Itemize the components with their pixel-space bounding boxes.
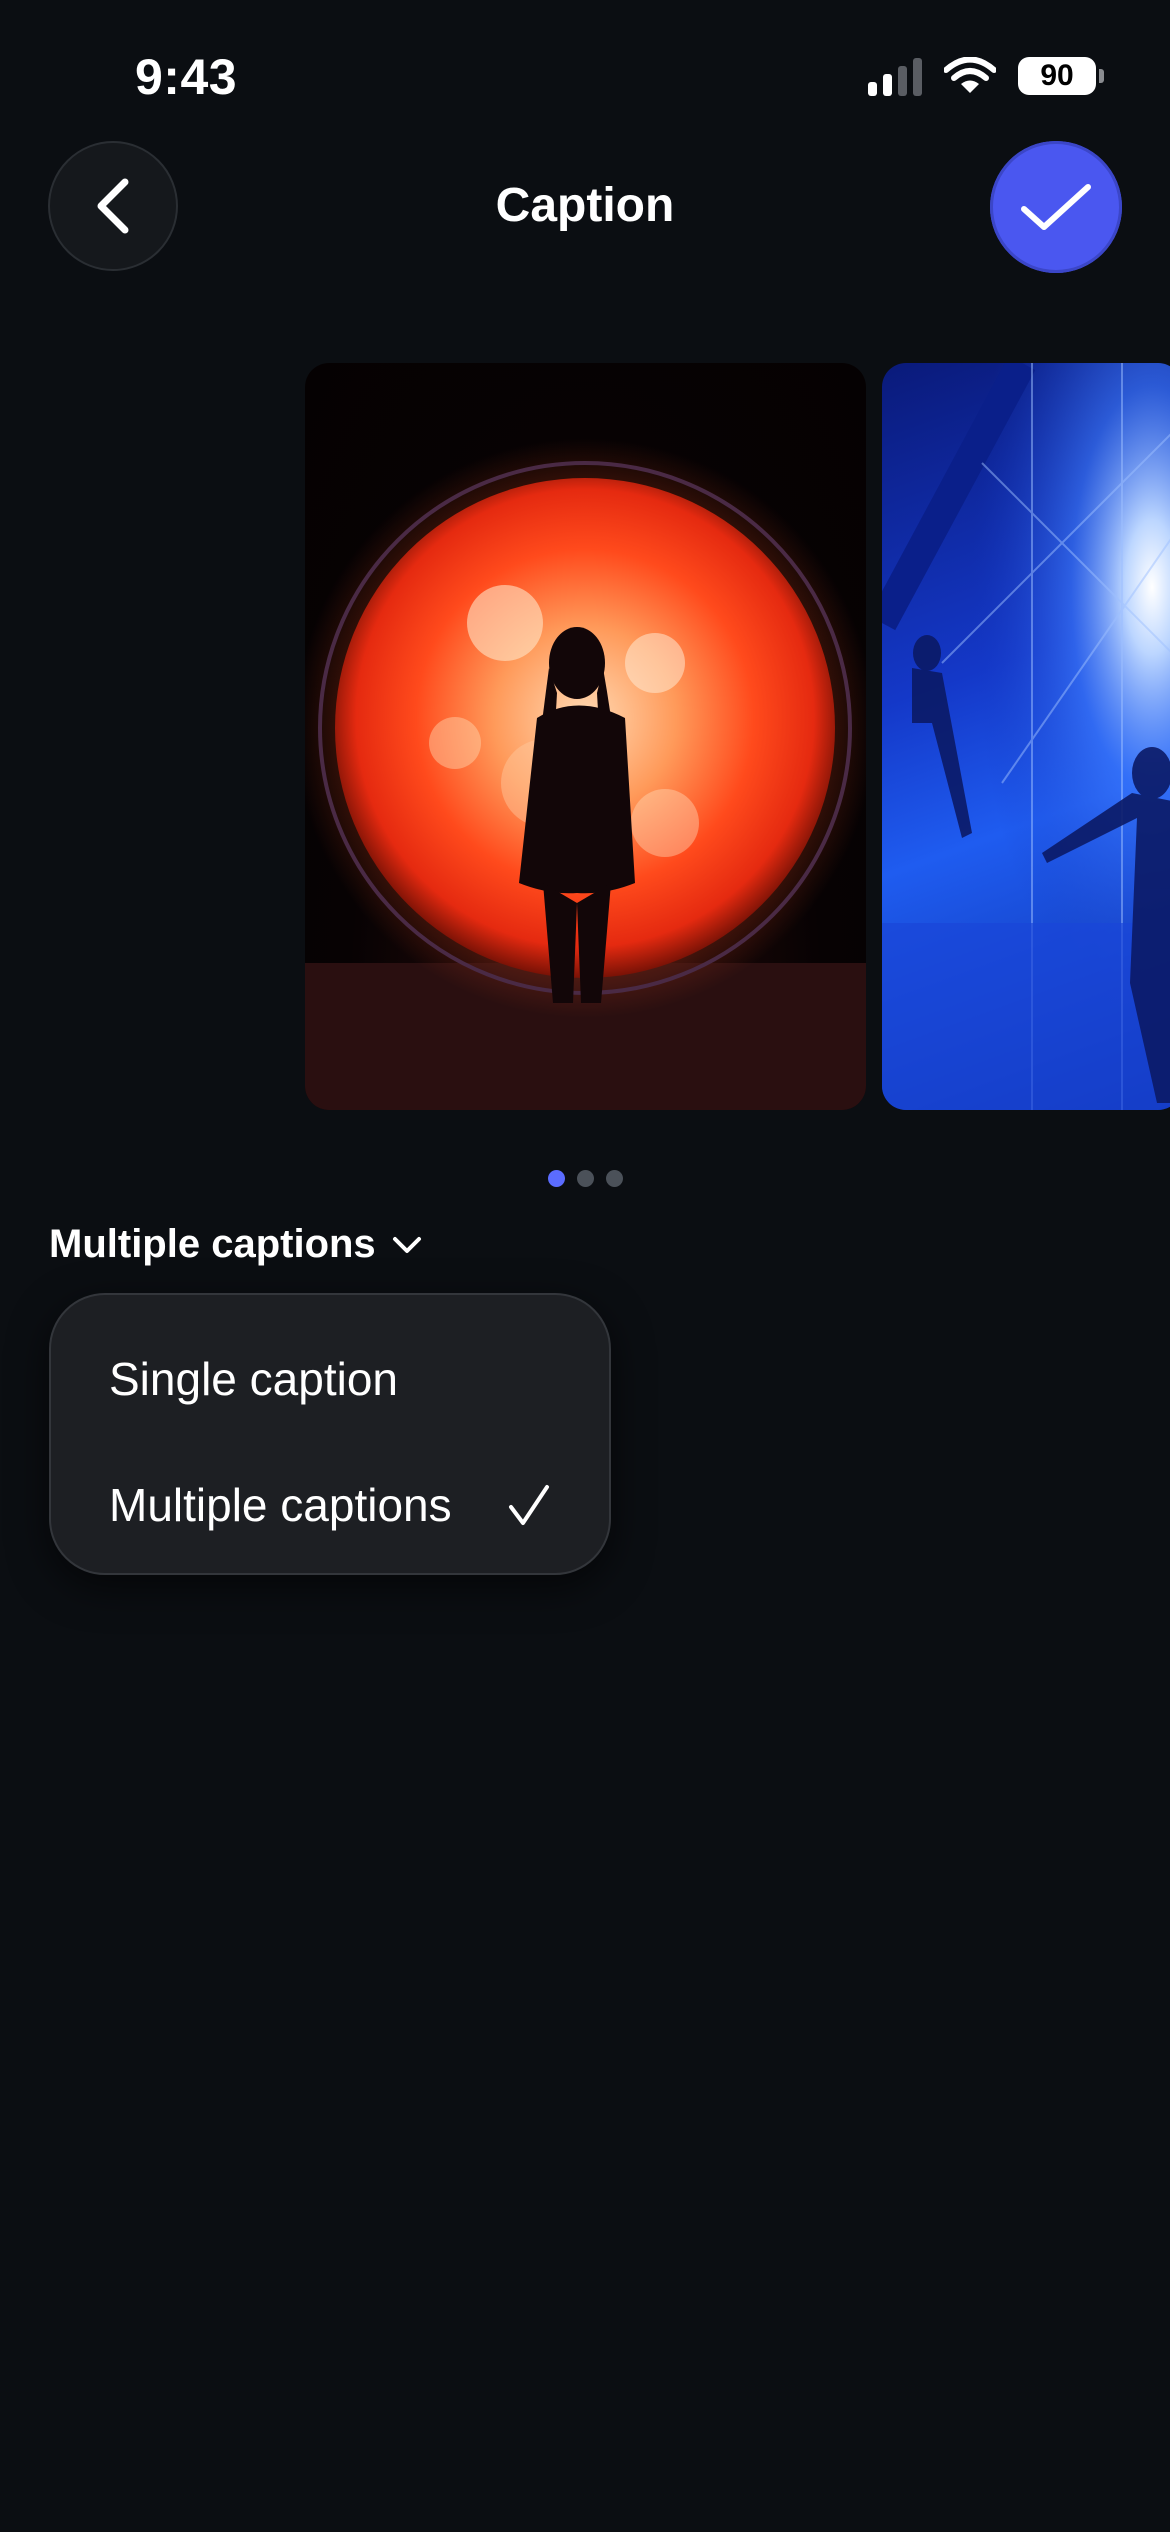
caption-mode-dropdown[interactable]: Multiple captions	[49, 1222, 422, 1267]
menu-item-label: Single caption	[109, 1353, 398, 1405]
carousel-photo-2[interactable]	[882, 363, 1170, 1110]
battery-icon: 90	[1018, 57, 1104, 95]
status-icons: 90	[868, 52, 1104, 100]
blue-room-photo	[882, 363, 1170, 1110]
carousel-photo-1[interactable]	[305, 363, 866, 1110]
cellular-signal-icon	[868, 56, 922, 96]
sun-silhouette-photo	[305, 438, 866, 1110]
caption-mode-menu: Single caption Multiple captions	[49, 1293, 611, 1575]
page-dot	[605, 1170, 623, 1187]
battery-level: 90	[1018, 57, 1096, 95]
wifi-icon	[944, 57, 996, 93]
page-dot-active	[547, 1170, 565, 1187]
caption-mode-label: Multiple captions	[49, 1222, 376, 1266]
checkmark-icon	[1021, 184, 1091, 230]
menu-item-label: Multiple captions	[109, 1479, 452, 1531]
checkmark-icon	[509, 1485, 549, 1525]
menu-item-single-caption[interactable]: Single caption	[109, 1339, 551, 1419]
carousel-page-indicator	[0, 1170, 1170, 1187]
chevron-down-icon	[392, 1236, 421, 1253]
menu-item-multiple-captions[interactable]: Multiple captions	[109, 1465, 551, 1545]
status-time: 9:43	[135, 49, 238, 105]
page-dot	[576, 1170, 594, 1187]
done-button[interactable]	[990, 141, 1122, 273]
